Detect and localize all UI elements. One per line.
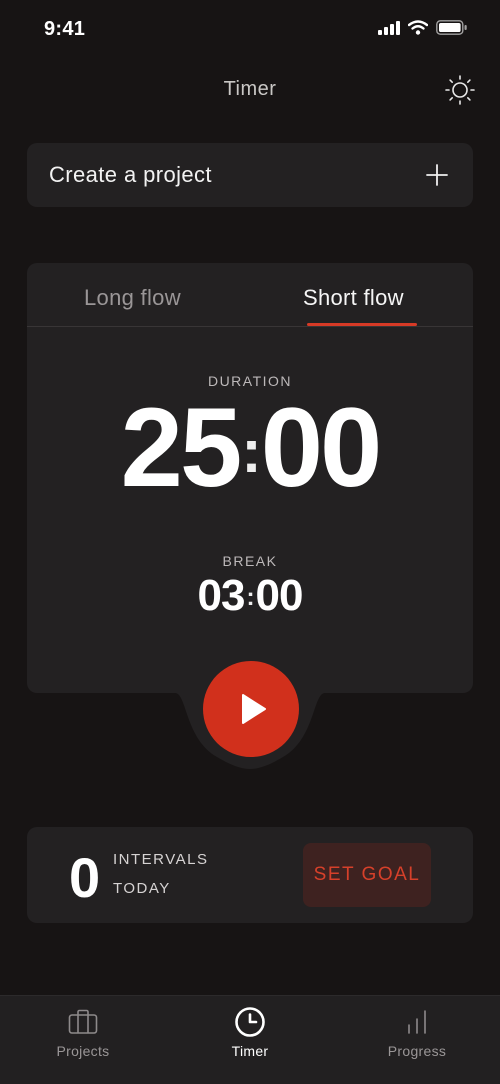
play-button[interactable]	[203, 661, 299, 757]
break-seconds: 00	[255, 571, 304, 620]
duration-seconds: 00	[260, 385, 383, 510]
break-colon: :	[246, 583, 254, 611]
signal-icon	[378, 20, 400, 35]
intervals-sublabel: TODAY	[113, 880, 171, 897]
status-bar: 9:41	[0, 0, 500, 60]
briefcase-icon	[68, 1009, 98, 1034]
break-label: BREAK	[222, 553, 278, 569]
tab-progress-label: Progress	[387, 1043, 447, 1059]
tab-progress[interactable]: Progress	[334, 996, 500, 1084]
intervals-count: 0	[69, 846, 101, 909]
tab-projects[interactable]: Projects	[0, 996, 166, 1084]
plus-icon	[426, 164, 448, 186]
tab-long-flow[interactable]: Long flow	[84, 285, 181, 311]
break-minutes: 03	[197, 571, 246, 620]
break-time[interactable]: 03:00	[27, 571, 473, 621]
duration-time[interactable]: 25:00	[27, 383, 473, 512]
duration-colon: :	[241, 417, 261, 487]
set-goal-button[interactable]: SET GOAL	[303, 843, 431, 907]
timer-card: Long flow Short flow DURATION 25:00 BREA…	[27, 263, 473, 769]
active-tab-indicator	[307, 323, 417, 326]
play-icon	[242, 694, 266, 724]
duration-minutes: 25	[120, 385, 243, 510]
intervals-label: INTERVALS	[113, 851, 209, 868]
status-time: 9:41	[44, 18, 86, 40]
status-icons	[378, 20, 468, 35]
tab-short-flow[interactable]: Short flow	[303, 285, 404, 311]
sun-icon	[445, 75, 475, 105]
page-title: Timer	[223, 78, 277, 100]
clock-icon	[235, 1007, 265, 1037]
battery-icon	[436, 20, 467, 35]
create-project-button[interactable]: Create a project	[27, 143, 473, 207]
tab-timer-label: Timer	[231, 1043, 269, 1059]
theme-toggle-button[interactable]	[442, 72, 478, 108]
flow-tabs: Long flow Short flow	[27, 263, 473, 327]
tab-projects-label: Projects	[56, 1043, 110, 1059]
intervals-card: 0 INTERVALS TODAY SET GOAL	[27, 827, 473, 923]
wifi-icon	[408, 20, 428, 35]
tab-timer[interactable]: Timer	[167, 996, 333, 1084]
bottom-tab-bar: Projects Timer Progress	[0, 995, 500, 1084]
bar-chart-icon	[408, 1010, 426, 1034]
create-project-label: Create a project	[49, 162, 212, 187]
